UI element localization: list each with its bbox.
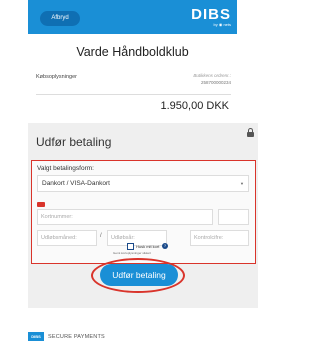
dibs-logo: DIBS by ◉ nets [191,7,231,28]
card-extra-input[interactable] [218,209,249,225]
header-bar: Afbryd DIBS by ◉ nets [28,0,237,34]
payment-method-label: Valgt betalingsform: [37,165,94,172]
footer-logo: DIBS [28,332,44,341]
card-number-input[interactable]: Kortnummer: [37,209,213,225]
total-amount: 1.950,00 DKK [160,100,230,112]
card-brand-icon [37,202,45,207]
payment-method-select[interactable]: Dankort / VISA-Dankort ▼ [37,175,249,192]
expiry-month-input[interactable]: Udløbsmåned: [37,230,97,246]
shop-name: Varde Håndboldklub [76,45,189,59]
submit-payment-button[interactable]: Udfør betaling [100,264,178,286]
order-info: Varde Håndboldklub Købsoplysninger Butik… [28,34,237,120]
logo-word: DIBS [191,6,231,23]
save-card-checkbox[interactable] [127,243,134,250]
order-number-label: Butikkens ordrenr.: [193,73,231,78]
footer-text: SECURE PAYMENTS [48,334,105,340]
payment-title: Udfør betaling [36,135,112,149]
cvc-input[interactable]: Kontrolcifre: [190,230,249,246]
order-number: 258700000234 [200,80,231,85]
receipt-label: Købsoplysninger [36,74,77,80]
save-card-note: Gemt kortoplysninger sikkert [113,251,152,255]
save-card-label: Husk mit kort [136,244,160,249]
lock-icon [247,128,254,137]
cancel-button[interactable]: Afbryd [40,11,80,26]
help-icon[interactable]: ? [162,243,168,249]
expiry-separator: / [100,233,102,239]
divider [36,94,231,95]
chevron-down-icon: ▼ [240,181,244,186]
payment-method-value: Dankort / VISA-Dankort [42,180,110,187]
